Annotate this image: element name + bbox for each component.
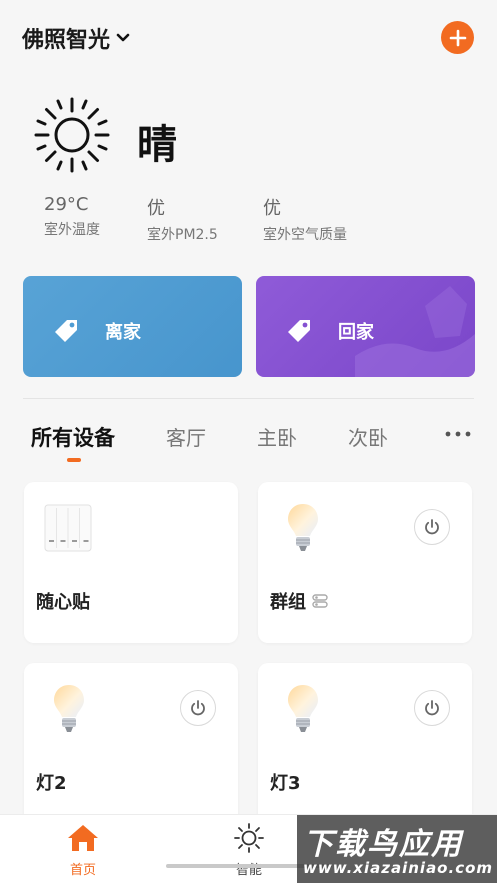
- home-selector[interactable]: 佛照智光: [22, 22, 130, 54]
- metric-value: 优: [147, 198, 165, 219]
- weather-condition: 晴: [137, 122, 177, 168]
- tab-master-bedroom[interactable]: 主卧: [257, 422, 297, 451]
- scene-label: 回家: [338, 322, 374, 343]
- tag-icon: [288, 320, 310, 342]
- watermark-url: www.xiazainiao.com: [303, 859, 494, 877]
- device-card[interactable]: 灯3: [258, 663, 472, 824]
- bulb-icon: [288, 504, 318, 551]
- device-card[interactable]: 灯2: [24, 663, 238, 824]
- add-button[interactable]: [441, 21, 474, 54]
- device-card[interactable]: 随心贴: [24, 482, 238, 643]
- metric-label: 室外温度: [44, 222, 100, 238]
- bulb-icon: [54, 685, 84, 732]
- home-icon: [68, 825, 98, 851]
- device-name-text: 灯3: [270, 773, 301, 794]
- switch-panel-icon: [44, 504, 92, 552]
- device-name: 随心贴: [36, 588, 90, 614]
- plus-icon: [449, 29, 466, 46]
- tabbar-label: 智能: [235, 863, 262, 878]
- device-name: 群组: [270, 588, 328, 614]
- tag-icon: [55, 320, 77, 342]
- divider: [23, 398, 474, 399]
- header: 佛照智光: [0, 0, 497, 80]
- tab-all-devices[interactable]: 所有设备: [31, 422, 115, 452]
- device-name-text: 灯2: [36, 773, 67, 794]
- metric-label: 室外PM2.5: [147, 227, 218, 243]
- sun-icon: [34, 97, 110, 173]
- tab-second-bedroom[interactable]: 次卧: [348, 422, 388, 451]
- power-icon: [425, 519, 439, 535]
- device-card[interactable]: 群组: [258, 482, 472, 643]
- weather-panel: 晴 29°C 室外温度 优 室外PM2.5 优 室外空气质量: [0, 96, 497, 246]
- power-icon: [191, 700, 205, 716]
- chevron-down-icon: [116, 33, 130, 42]
- metric-value: 优: [263, 198, 281, 219]
- bulb-icon: [288, 685, 318, 732]
- device-name: 灯2: [36, 769, 67, 795]
- watermark: 下载鸟应用 www.xiazainiao.com: [297, 815, 497, 883]
- metric-value: 29°C: [44, 194, 89, 215]
- tab-living-room[interactable]: 客厅: [166, 422, 206, 451]
- power-button[interactable]: [414, 690, 450, 726]
- device-name-text: 群组: [270, 592, 306, 613]
- power-icon: [425, 700, 439, 716]
- more-horizontal-icon[interactable]: [444, 424, 472, 444]
- watermark-title: 下载鸟应用: [303, 827, 463, 862]
- device-name: 灯3: [270, 769, 301, 795]
- tabbar-smart[interactable]: 智能: [209, 823, 289, 878]
- power-button[interactable]: [180, 690, 216, 726]
- scene-away-button[interactable]: 离家: [23, 276, 242, 377]
- scene-home-button[interactable]: 回家: [256, 276, 475, 377]
- power-button[interactable]: [414, 509, 450, 545]
- metric-label: 室外空气质量: [263, 227, 347, 243]
- tab-indicator: [67, 458, 81, 462]
- scene-label: 离家: [105, 322, 141, 343]
- home-name: 佛照智光: [22, 28, 111, 53]
- room-tabs: 所有设备 客厅 主卧 次卧: [0, 418, 497, 468]
- tabbar-home[interactable]: 首页: [43, 823, 123, 878]
- group-icon: [312, 594, 328, 608]
- metric-air-quality: 优 室外空气质量: [263, 194, 347, 244]
- metric-pm25: 优 室外PM2.5: [147, 194, 218, 244]
- metric-temperature: 29°C 室外温度: [44, 194, 100, 239]
- sun-outline-icon: [234, 823, 264, 853]
- tabbar-label: 首页: [69, 863, 96, 878]
- device-name-text: 随心贴: [36, 592, 90, 613]
